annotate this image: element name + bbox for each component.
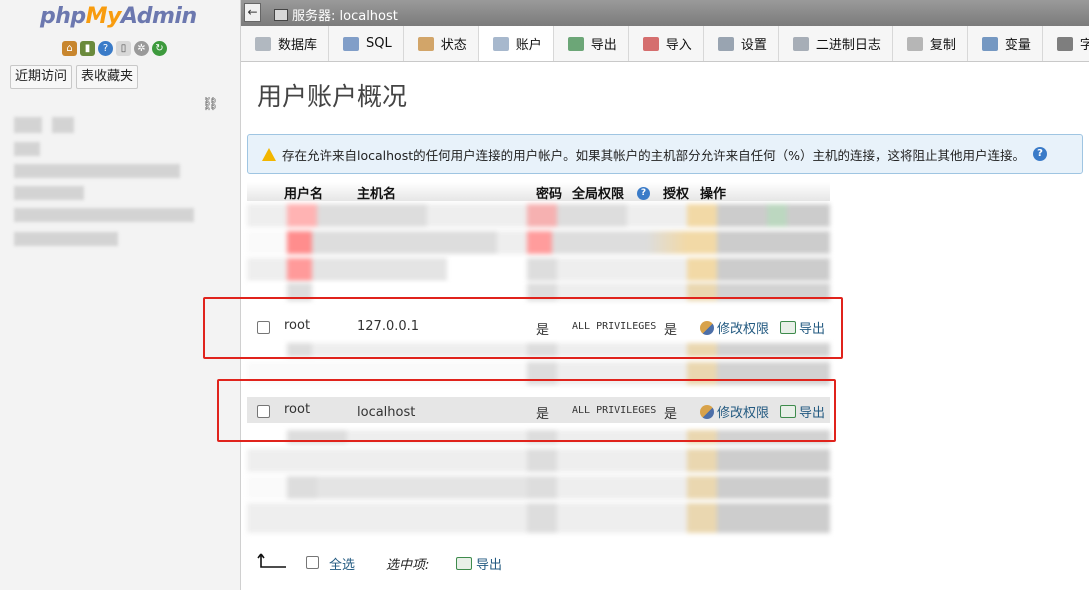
help-icon[interactable]: ? <box>98 41 113 56</box>
tab-sql[interactable]: SQL <box>329 26 404 61</box>
tab-wrench[interactable]: 设置 <box>704 26 779 61</box>
tab-label: 数据库 <box>278 38 318 53</box>
col-password[interactable]: 密码 <box>536 183 562 202</box>
tab-label: 变量 <box>1004 38 1031 53</box>
help-icon[interactable]: ? <box>635 184 650 200</box>
help-icon[interactable]: ? <box>1033 147 1047 161</box>
col-grant[interactable]: 授权 <box>663 183 689 202</box>
tab-label: 字 <box>1080 34 1089 53</box>
tab-label: 账户 <box>515 38 542 53</box>
charset-icon <box>1056 36 1073 51</box>
col-global-privileges[interactable]: 全局权限 <box>572 183 624 202</box>
page-title: 用户账户概况 <box>257 82 408 111</box>
tab-label: 设置 <box>740 38 767 53</box>
navigation-panel: phpMyAdmin ⌂ ▮ ? ▯ ✲ ↻ 近期访问 表收藏夹 ⛓ <box>0 0 241 590</box>
tab-variables[interactable]: 变量 <box>968 26 1043 61</box>
tab-binlog[interactable]: 二进制日志 <box>779 26 893 61</box>
tab-label: 导出 <box>590 38 617 53</box>
tab-export[interactable]: 导出 <box>554 26 629 61</box>
table-header: 用户名 主机名 密码 全局权限 ? 授权 操作 <box>247 182 830 202</box>
top-bar: ← 服务器: localhost <box>241 0 1089 26</box>
tab-users[interactable]: 账户 <box>478 26 554 61</box>
breadcrumb-server[interactable]: 服务器: localhost <box>274 5 398 24</box>
with-selected-label: 选中项: <box>386 558 430 573</box>
phpmyadmin-logo[interactable]: phpMyAdmin <box>40 4 197 29</box>
tab-label: 复制 <box>929 38 956 53</box>
tab-replication[interactable]: 复制 <box>893 26 968 61</box>
highlight-box <box>217 379 836 442</box>
col-host[interactable]: 主机名 <box>357 183 396 202</box>
col-user[interactable]: 用户名 <box>284 183 323 202</box>
users-icon <box>492 36 509 51</box>
wrench-icon <box>717 36 734 51</box>
tab-import[interactable]: 导入 <box>629 26 704 61</box>
settings-icon[interactable]: ✲ <box>134 41 149 56</box>
sql-icon <box>343 36 360 51</box>
collapse-nav-button[interactable]: ← <box>244 3 261 22</box>
warning-notice: 存在允许来自localhost的任何用户连接的用户帐户。如果其帐户的主机部分允许… <box>247 134 1083 174</box>
import-icon <box>642 36 659 51</box>
tab-database[interactable]: 数据库 <box>241 26 330 61</box>
binlog-icon <box>792 36 809 51</box>
variables-icon <box>981 36 998 51</box>
recent-button[interactable]: 近期访问 <box>10 65 73 89</box>
tab-label: SQL <box>366 36 392 51</box>
tab-charset[interactable]: 字 <box>1043 26 1089 61</box>
replication-icon <box>906 36 923 51</box>
export-icon <box>567 36 584 51</box>
notice-text: 存在允许来自localhost的任何用户连接的用户帐户。如果其帐户的主机部分允许… <box>282 147 1025 163</box>
home-icon[interactable]: ⌂ <box>62 41 77 56</box>
tab-status[interactable]: 状态 <box>404 26 479 61</box>
highlight-box <box>203 297 843 359</box>
select-all-checkbox[interactable] <box>306 556 319 569</box>
link-icon[interactable]: ⛓ <box>202 97 219 112</box>
tab-label: 状态 <box>440 38 467 53</box>
docs-icon[interactable]: ▯ <box>116 41 131 56</box>
arrow-up-icon <box>257 553 286 568</box>
status-icon <box>417 36 434 51</box>
database-icon <box>255 36 271 51</box>
tab-label: 导入 <box>665 38 692 53</box>
col-action: 操作 <box>700 187 727 202</box>
warning-icon <box>262 147 276 161</box>
reload-icon[interactable]: ↻ <box>152 41 167 56</box>
server-icon <box>274 8 288 21</box>
bulk-actions-bar: 全选 选中项: 导出 <box>257 552 757 574</box>
export-icon <box>456 557 472 570</box>
select-all-label[interactable]: 全选 <box>329 554 355 573</box>
exit-icon[interactable]: ▮ <box>80 41 95 56</box>
bulk-export-button[interactable]: 导出 <box>456 554 502 573</box>
nav-icon-bar: ⌂ ▮ ? ▯ ✲ ↻ <box>62 41 167 56</box>
tab-label: 二进制日志 <box>815 38 881 53</box>
server-tabs: 数据库 SQL 状态 账户 导出 导入 设置 二进制日志 复制 变量 字 <box>241 26 1089 62</box>
favorites-button[interactable]: 表收藏夹 <box>76 65 139 89</box>
